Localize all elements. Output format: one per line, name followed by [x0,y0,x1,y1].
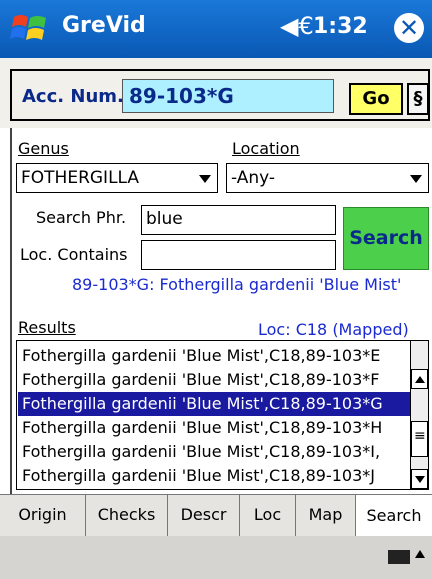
result-row[interactable]: Fothergilla gardenii 'Blue Mist',C18,89-… [18,344,410,368]
app-title: GreVid [62,13,146,38]
result-row[interactable]: Fothergilla gardenii 'Blue Mist',C18,89-… [18,368,410,392]
accession-input[interactable]: 89-103*G [122,79,334,113]
tab-map[interactable]: Map [296,495,356,536]
windows-start-icon[interactable] [10,9,50,49]
location-label: Location [232,139,300,158]
genus-label: Genus [18,139,69,158]
chevron-down-icon [410,175,422,183]
loc-contains-label: Loc. Contains [20,245,128,264]
accession-label: Acc. Num. [22,86,124,107]
tab-loc[interactable]: Loc [240,495,296,536]
scroll-up-arrow-icon[interactable] [411,369,428,389]
keyboard-icon[interactable] [388,550,410,564]
results-label: Results [18,318,76,337]
tab-bar: Origin Checks Descr Loc Map Search [0,494,432,536]
menu-bar [0,536,432,579]
scroll-down-arrow-icon[interactable] [411,469,428,489]
tab-origin[interactable]: Origin [0,495,86,536]
close-button[interactable]: ✕ [394,13,424,43]
section-button[interactable]: § [407,83,429,115]
go-button[interactable]: Go [349,83,403,115]
clock[interactable]: 1:32 [313,14,368,39]
result-row-selected[interactable]: Fothergilla gardenii 'Blue Mist',C18,89-… [17,391,411,417]
result-row[interactable]: Fothergilla gardenii 'Blue Mist',C18,89-… [18,464,410,488]
selected-record-info: 89-103*G: Fothergilla gardenii 'Blue Mis… [72,275,402,294]
location-status: Loc: C18 (Mapped) [258,320,409,339]
results-list[interactable]: Fothergilla gardenii 'Blue Mist',C18,89-… [16,340,429,490]
result-row[interactable]: Fothergilla gardenii 'Blue Mist',C18,89-… [18,440,410,464]
result-row[interactable]: Fothergilla gardenii 'Blue Mist',C18,89-… [18,416,410,440]
scroll-thumb[interactable] [411,421,428,457]
search-button[interactable]: Search [343,207,429,270]
search-phrase-label: Search Phr. [36,208,127,227]
location-select[interactable]: -Any- [226,163,429,193]
speaker-icon[interactable]: ◀︎€ [280,12,314,40]
genus-select[interactable]: FOTHERGILLA [16,163,218,193]
results-scrollbar[interactable] [410,341,428,489]
genus-select-value: FOTHERGILLA [21,168,140,188]
tab-descr[interactable]: Descr [168,495,240,536]
chevron-down-icon [199,175,211,183]
location-select-value: -Any- [231,168,276,188]
input-panel-arrow-icon[interactable] [415,550,425,558]
tab-search[interactable]: Search [356,495,432,536]
tab-checks[interactable]: Checks [86,495,168,536]
search-phrase-input[interactable]: blue [141,205,336,235]
title-bar: GreVid ◀︎€ 1:32 ✕ [0,0,432,58]
loc-contains-input[interactable] [141,240,336,270]
